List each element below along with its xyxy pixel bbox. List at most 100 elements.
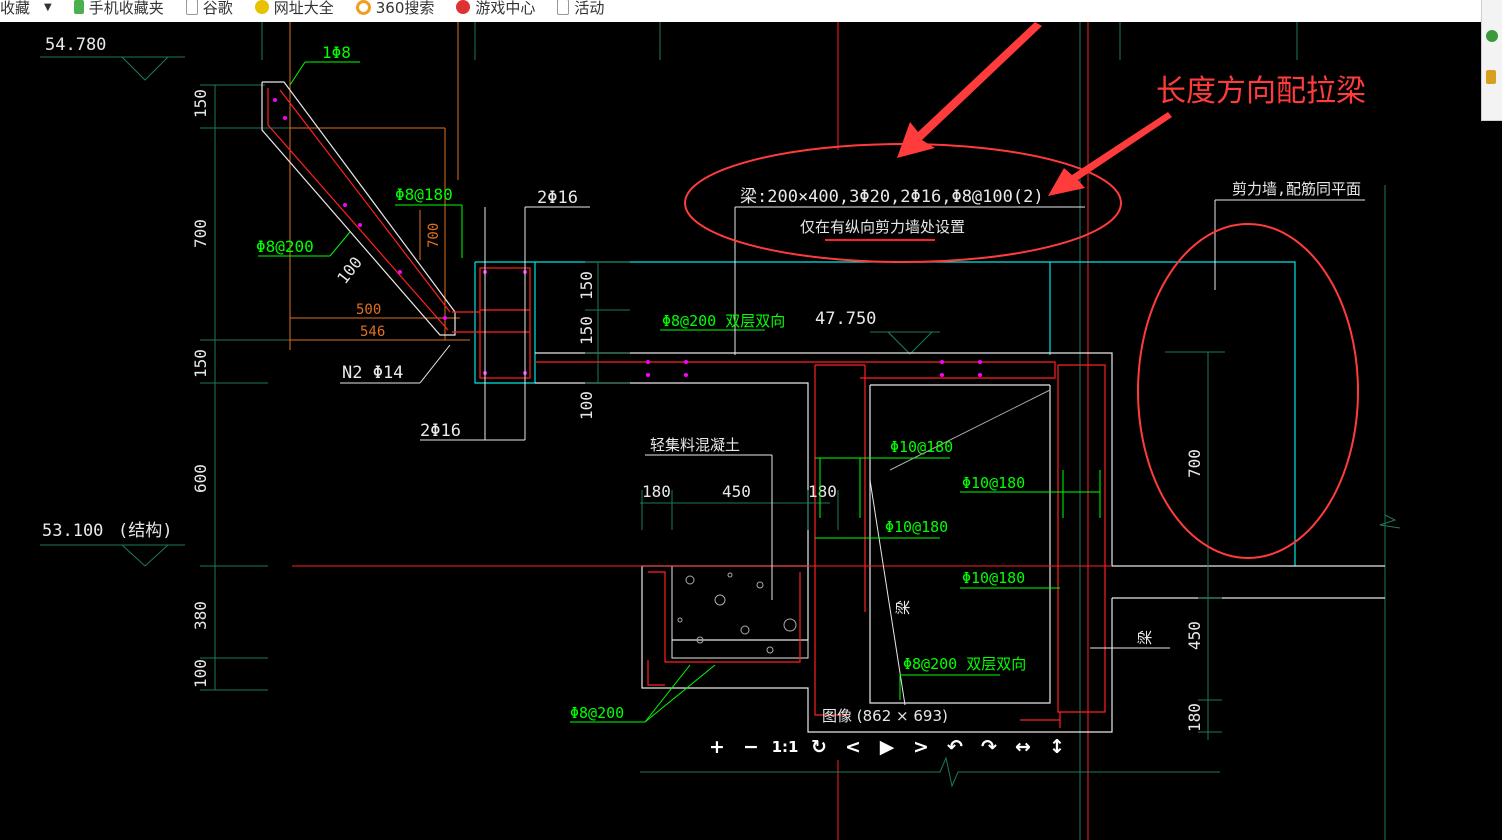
g-shape <box>340 199 1365 649</box>
beam-tag: 梁 <box>894 600 912 615</box>
circle-shape <box>740 625 750 635</box>
play-button[interactable]: ▶ <box>870 736 904 758</box>
elevation-label: 54.780 <box>45 35 106 55</box>
elevation-note: (结构) <box>118 521 172 541</box>
previous-button[interactable]: < <box>836 736 870 758</box>
polyline-shape <box>814 365 850 716</box>
app-icon[interactable] <box>1486 30 1498 42</box>
rotate-left-button[interactable]: ↶ <box>938 736 972 758</box>
zoom-out-button[interactable]: − <box>734 736 768 758</box>
ellipse-shape <box>1137 223 1359 559</box>
bookmark-label: 360搜索 <box>375 0 435 17</box>
g-shape <box>273 98 447 320</box>
polyline-shape <box>261 81 456 336</box>
circle-shape <box>684 373 688 377</box>
polyline-shape <box>121 544 169 567</box>
g-shape <box>40 56 940 567</box>
circle-shape <box>684 360 688 364</box>
rebar-label: Φ8@200 <box>256 237 314 256</box>
flip-vertical-button[interactable]: ↕ <box>1040 736 1074 758</box>
game-icon <box>456 0 471 14</box>
beam-label: 梁:200×400,3Φ20,2Φ16,Φ8@100(2) <box>740 187 1044 207</box>
dim-text: 700 <box>426 223 442 248</box>
circle-shape <box>714 594 726 606</box>
dim-text: 450 <box>1185 621 1204 650</box>
dim-text: 600 <box>191 464 210 493</box>
polyline-shape <box>535 361 1056 379</box>
g-shape: 150 150 100 180 450 180 <box>577 271 837 501</box>
bookmark-events[interactable]: 活动 <box>557 0 604 18</box>
search-360-icon <box>355 0 371 15</box>
bookmark-mobile[interactable]: 手机收藏夹 <box>73 0 164 18</box>
bookmark-games[interactable]: 游戏中心 <box>456 0 535 18</box>
favorites-label: 收藏 <box>0 0 31 17</box>
bookmark-label: 手机收藏夹 <box>88 0 164 17</box>
polyline-shape <box>648 571 801 663</box>
rebar-label: Φ8@200 双层双向 <box>903 655 1026 673</box>
g-shape: 150 700 150 600 380 100 <box>191 89 210 688</box>
rebar-label: 1Φ8 <box>322 43 351 62</box>
rebar-label: 2Φ16 <box>537 188 578 208</box>
image-info: 图像 (862 × 693) <box>822 707 948 725</box>
g-shape <box>585 261 839 530</box>
dropdown-icon[interactable]: ▼ <box>44 2 52 13</box>
g-shape <box>1165 351 1401 740</box>
line-shape <box>644 664 691 723</box>
circle-shape <box>978 373 982 377</box>
circle-shape <box>940 373 944 377</box>
cad-drawing: 150 700 150 600 380 100 54.780 53.100 (结… <box>40 22 1401 840</box>
refresh-button[interactable]: ↻ <box>802 736 836 758</box>
polyline-shape <box>887 331 933 355</box>
circle-shape <box>358 223 362 227</box>
side-panel[interactable] <box>1481 0 1502 121</box>
rebar-label: 2Φ16 <box>420 421 461 441</box>
wall-label: 剪力墙,配筋同平面 <box>1232 180 1361 198</box>
rebar-label: Φ10@180 <box>890 438 953 456</box>
dim-text: 150 <box>577 316 596 345</box>
flip-horizontal-button[interactable]: ↔ <box>1006 736 1040 758</box>
rotate-right-button[interactable]: ↷ <box>972 736 1006 758</box>
polygon-shape <box>897 22 1042 158</box>
dim-text: 180 <box>642 482 671 501</box>
bookmark-google[interactable]: 谷歌 <box>185 0 233 18</box>
circle-shape <box>727 572 733 578</box>
bookmark-label: 活动 <box>574 0 605 17</box>
actual-size-button[interactable]: 1:1 <box>768 738 802 756</box>
bookmark-favorites[interactable]: 收藏 ▼ <box>0 0 52 18</box>
dim-text: 700 <box>191 219 210 248</box>
page-icon <box>185 0 198 15</box>
dim-text: 546 <box>360 324 385 340</box>
bookmark-sites[interactable]: 网址大全 <box>254 0 334 18</box>
bookmark-label: 网址大全 <box>273 0 334 17</box>
circle-shape <box>283 116 287 120</box>
folder-icon[interactable] <box>1486 70 1496 84</box>
polyline-shape <box>640 756 1220 788</box>
dim-text: 150 <box>577 271 596 300</box>
g-shape <box>267 88 451 331</box>
circle-shape <box>443 316 447 320</box>
dim-text: 150 <box>191 349 210 378</box>
dim-text: 380 <box>191 601 210 630</box>
zoom-in-button[interactable]: + <box>700 736 734 758</box>
dim-text: 500 <box>356 302 381 318</box>
page-icon <box>557 0 570 15</box>
next-button[interactable]: > <box>904 736 938 758</box>
circle-shape <box>978 360 982 364</box>
dim-text: 180 <box>1185 703 1204 732</box>
circle-shape <box>783 618 797 632</box>
g-shape <box>200 84 290 691</box>
rebar-label: Φ8@200 <box>570 704 624 722</box>
annotation-text: 长度方向配拉梁 <box>1156 74 1366 109</box>
circle-shape <box>756 581 764 589</box>
g-shape: 54.780 53.100 (结构) 47.750 <box>42 35 876 541</box>
line-shape <box>289 61 306 86</box>
polyline-shape <box>1057 364 1106 713</box>
elevation-label: 47.750 <box>815 309 876 329</box>
circle-shape <box>646 373 650 377</box>
bookmark-360search[interactable]: 360搜索 <box>355 0 435 18</box>
polyline-shape <box>1379 514 1401 529</box>
g-shape <box>261 81 456 336</box>
line-shape <box>329 231 351 257</box>
g-shape <box>671 565 809 659</box>
g-shape <box>897 22 1172 196</box>
